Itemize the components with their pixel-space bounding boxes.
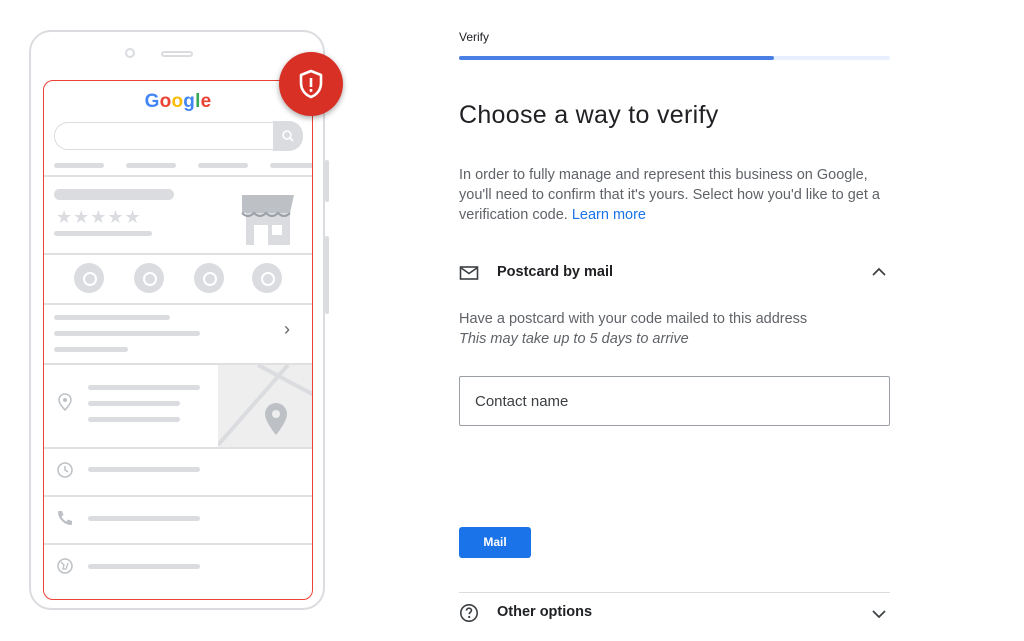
mock-search-icon xyxy=(273,121,303,151)
mock-line xyxy=(88,385,200,390)
contact-name-field[interactable] xyxy=(459,376,890,426)
storefront-icon xyxy=(241,195,294,245)
mock-line xyxy=(88,516,200,521)
mail-icon xyxy=(459,266,479,280)
mock-line xyxy=(54,347,128,352)
mock-tab xyxy=(270,163,312,168)
contact-name-input[interactable] xyxy=(461,378,888,424)
chevron-up-icon[interactable] xyxy=(870,266,888,278)
phone-side-button xyxy=(325,160,329,202)
bookmark-icon xyxy=(194,263,224,293)
progress-bar-fill xyxy=(459,56,774,60)
google-logo: Google xyxy=(144,91,212,112)
mock-divider xyxy=(44,495,312,497)
postcard-note: This may take up to 5 days to arrive xyxy=(459,331,689,347)
website-icon xyxy=(252,263,282,293)
mock-divider xyxy=(44,447,312,449)
mock-tab xyxy=(54,163,104,168)
clock-icon xyxy=(57,462,73,478)
description-text: In order to fully manage and represent t… xyxy=(459,167,880,223)
phone-illustration: Google ★★★★★ › xyxy=(29,30,325,610)
mock-divider xyxy=(44,253,312,255)
mock-tab xyxy=(126,163,176,168)
phone-icon xyxy=(74,263,104,293)
map-thumbnail xyxy=(218,365,312,447)
mock-business-name xyxy=(54,189,174,200)
mock-divider xyxy=(44,175,312,177)
location-pin-icon xyxy=(58,393,72,411)
mock-line xyxy=(54,331,200,336)
mock-search-bar xyxy=(54,121,303,151)
mock-line xyxy=(88,417,180,422)
postcard-label: Postcard by mail xyxy=(497,264,614,280)
phone-speaker xyxy=(161,51,193,57)
page-description: In order to fully manage and represent t… xyxy=(459,165,899,225)
mock-divider xyxy=(44,303,312,305)
help-icon xyxy=(460,604,478,622)
chevron-right-icon: › xyxy=(284,319,290,339)
phone-screen: Google ★★★★★ › xyxy=(43,80,313,600)
section-divider xyxy=(459,592,890,593)
progress-bar xyxy=(459,56,890,60)
shield-alert-icon xyxy=(279,52,343,116)
other-options-header[interactable]: Other options xyxy=(459,600,890,626)
mock-line xyxy=(88,467,200,472)
mail-button[interactable]: Mail xyxy=(459,527,531,558)
mock-rating-stars: ★★★★★ xyxy=(56,207,142,227)
mock-line xyxy=(54,315,170,320)
globe-icon xyxy=(57,558,73,574)
mock-line xyxy=(88,564,200,569)
call-icon xyxy=(58,511,72,525)
mock-line xyxy=(88,401,180,406)
phone-camera xyxy=(125,48,135,58)
chevron-down-icon[interactable] xyxy=(870,608,888,620)
learn-more-link[interactable]: Learn more xyxy=(572,207,646,223)
postcard-description: Have a postcard with your code mailed to… xyxy=(459,311,808,327)
postcard-section-header[interactable]: Postcard by mail xyxy=(459,262,890,286)
phone-side-button xyxy=(325,236,329,314)
mock-tab xyxy=(198,163,248,168)
mock-line xyxy=(54,231,152,236)
mock-divider xyxy=(44,543,312,545)
other-options-label: Other options xyxy=(497,604,593,620)
page-title: Choose a way to verify xyxy=(459,101,719,129)
step-label: Verify xyxy=(459,30,490,44)
directions-icon xyxy=(134,263,164,293)
